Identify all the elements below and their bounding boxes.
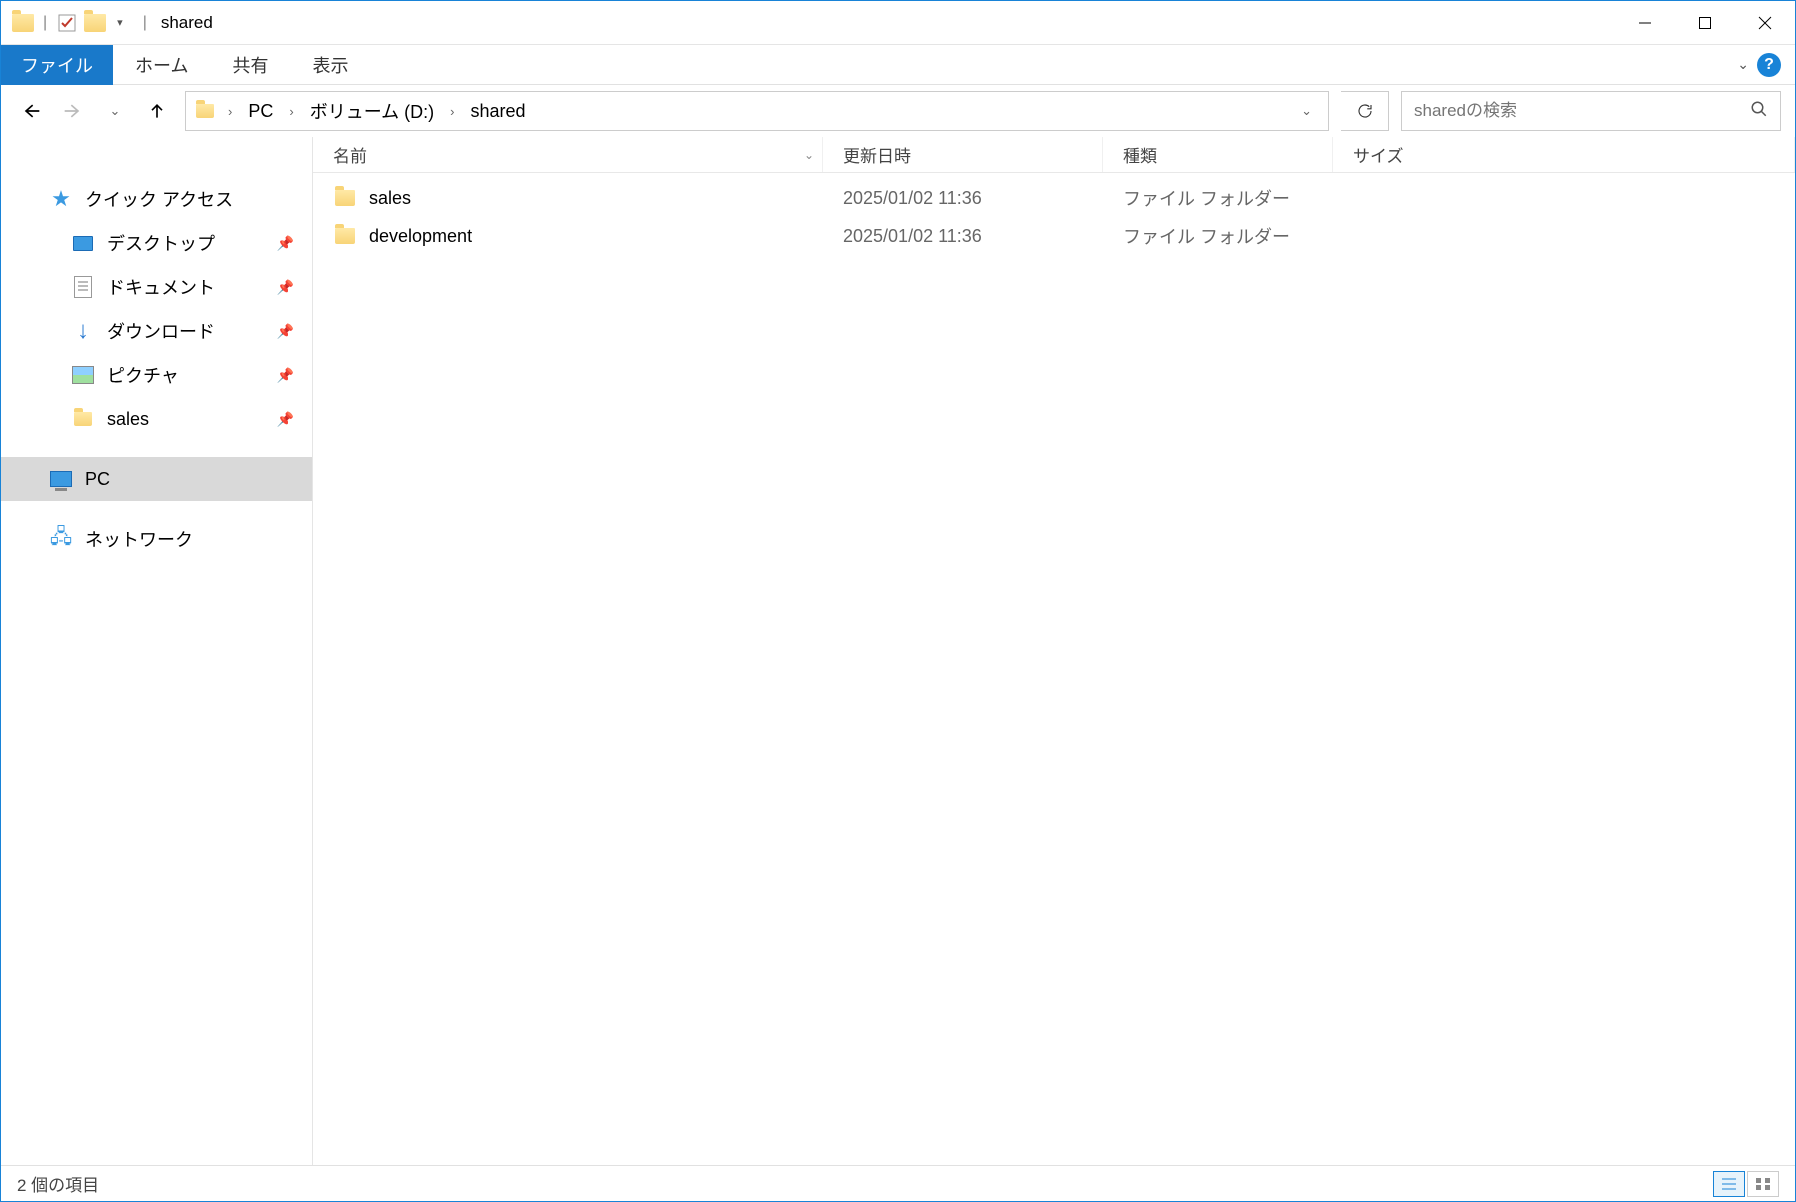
chevron-right-icon[interactable]: › [283, 104, 299, 119]
folder-icon [71, 407, 95, 431]
tab-file[interactable]: ファイル [1, 45, 113, 85]
search-icon[interactable] [1750, 100, 1768, 123]
qa-newfolder-icon[interactable] [83, 11, 107, 35]
column-date[interactable]: 更新日時 [823, 137, 1103, 172]
sidebar-item-pictures[interactable]: ピクチャ 📌 [1, 353, 312, 397]
search-input[interactable] [1414, 101, 1750, 121]
tab-home[interactable]: ホーム [113, 45, 210, 85]
pin-icon: 📌 [277, 279, 294, 296]
app-folder-icon [11, 11, 35, 35]
maximize-button[interactable] [1675, 1, 1735, 45]
content-area: 名前 ⌄ 更新日時 種類 サイズ sales 2025/01/02 11:36 … [313, 137, 1795, 1165]
file-type: ファイル フォルダー [1103, 185, 1333, 211]
nav-back-button[interactable] [15, 95, 47, 127]
quick-access-icon: ★ [49, 187, 73, 211]
ribbon: ファイル ホーム 共有 表示 ⌄ ? [1, 45, 1795, 85]
view-details-button[interactable] [1713, 1171, 1745, 1197]
file-name: development [369, 226, 472, 247]
pin-icon: 📌 [277, 411, 294, 428]
file-row[interactable]: development 2025/01/02 11:36 ファイル フォルダー [313, 217, 1795, 255]
column-type[interactable]: 種類 [1103, 137, 1333, 172]
pictures-icon [71, 363, 95, 387]
search-box[interactable] [1401, 91, 1781, 131]
column-name[interactable]: 名前 ⌄ [313, 137, 823, 172]
status-text: 2 個の項目 [17, 1171, 99, 1196]
sidebar-label: ドキュメント [107, 274, 215, 300]
title-separator: | [133, 14, 157, 32]
navigation-pane: ★ クイック アクセス デスクトップ 📌 ドキュメント 📌 ↓ ダウンロード 📌… [1, 137, 313, 1165]
breadcrumb-volume[interactable]: ボリューム (D:) [306, 98, 438, 124]
address-dropdown-icon[interactable]: ⌄ [1293, 103, 1320, 119]
refresh-button[interactable] [1341, 91, 1389, 131]
desktop-icon [71, 231, 95, 255]
sidebar-label: ダウンロード [107, 318, 215, 344]
sidebar-item-quick-access[interactable]: ★ クイック アクセス [1, 177, 312, 221]
folder-icon [333, 224, 357, 248]
navigation-row: ⌄ › PC › ボリューム (D:) › shared ⌄ [1, 85, 1795, 137]
file-date: 2025/01/02 11:36 [823, 226, 1103, 247]
sidebar-label: ピクチャ [107, 362, 179, 388]
qa-separator: | [39, 14, 51, 32]
ribbon-collapse-icon[interactable]: ⌄ [1737, 56, 1749, 73]
window-title: shared [161, 13, 213, 33]
status-bar: 2 個の項目 [1, 1165, 1795, 1201]
file-name: sales [369, 188, 411, 209]
view-thumbnails-button[interactable] [1747, 1171, 1779, 1197]
tab-view[interactable]: 表示 [290, 45, 370, 85]
nav-up-button[interactable] [141, 95, 173, 127]
pin-icon: 📌 [277, 235, 294, 252]
sidebar-item-downloads[interactable]: ↓ ダウンロード 📌 [1, 309, 312, 353]
sidebar-item-network[interactable]: 🖧 ネットワーク [1, 517, 312, 561]
sidebar-label: PC [85, 469, 110, 490]
nav-recent-dropdown[interactable]: ⌄ [99, 95, 131, 127]
help-icon[interactable]: ? [1757, 53, 1781, 77]
file-row[interactable]: sales 2025/01/02 11:36 ファイル フォルダー [313, 179, 1795, 217]
qa-properties-icon[interactable] [55, 11, 79, 35]
qa-dropdown-icon[interactable]: ▾ [111, 16, 129, 29]
sidebar-item-pc[interactable]: PC [1, 457, 312, 501]
sidebar-item-documents[interactable]: ドキュメント 📌 [1, 265, 312, 309]
folder-icon [333, 186, 357, 210]
main-area: ★ クイック アクセス デスクトップ 📌 ドキュメント 📌 ↓ ダウンロード 📌… [1, 137, 1795, 1165]
minimize-button[interactable] [1615, 1, 1675, 45]
sort-indicator-icon: ⌄ [804, 148, 814, 162]
column-headers: 名前 ⌄ 更新日時 種類 サイズ [313, 137, 1795, 173]
sidebar-label: sales [107, 409, 149, 430]
breadcrumb-shared[interactable]: shared [467, 101, 530, 122]
pin-icon: 📌 [277, 323, 294, 340]
nav-forward-button[interactable] [57, 95, 89, 127]
close-button[interactable] [1735, 1, 1795, 45]
sidebar-item-sales[interactable]: sales 📌 [1, 397, 312, 441]
breadcrumb-pc[interactable]: PC [244, 101, 277, 122]
file-date: 2025/01/02 11:36 [823, 188, 1103, 209]
address-folder-icon [194, 100, 216, 122]
pc-icon [49, 467, 73, 491]
sidebar-item-desktop[interactable]: デスクトップ 📌 [1, 221, 312, 265]
column-size[interactable]: サイズ [1333, 137, 1795, 172]
titlebar: | ▾ | shared [1, 1, 1795, 45]
chevron-right-icon[interactable]: › [444, 104, 460, 119]
sidebar-label: デスクトップ [107, 230, 215, 256]
sidebar-label: クイック アクセス [85, 186, 233, 212]
pin-icon: 📌 [277, 367, 294, 384]
chevron-right-icon[interactable]: › [222, 104, 238, 119]
sidebar-label: ネットワーク [85, 526, 193, 552]
downloads-icon: ↓ [71, 319, 95, 343]
documents-icon [71, 275, 95, 299]
address-bar[interactable]: › PC › ボリューム (D:) › shared ⌄ [185, 91, 1329, 131]
tab-share[interactable]: 共有 [210, 45, 290, 85]
network-icon: 🖧 [49, 527, 73, 551]
file-list: sales 2025/01/02 11:36 ファイル フォルダー develo… [313, 173, 1795, 1165]
file-type: ファイル フォルダー [1103, 223, 1333, 249]
